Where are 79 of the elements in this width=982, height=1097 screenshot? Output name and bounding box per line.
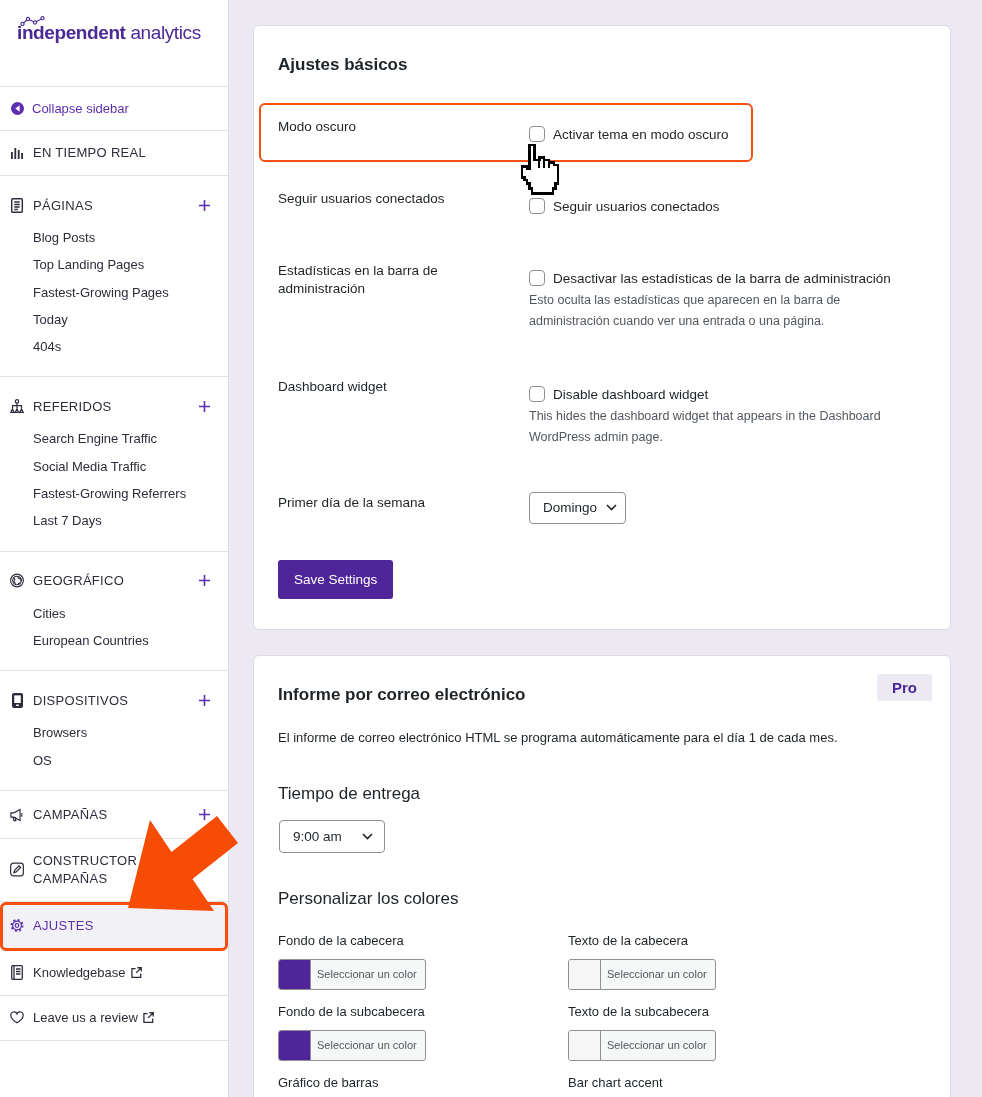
megaphone-icon — [10, 807, 24, 822]
section-heading: Tiempo de entrega — [278, 782, 421, 805]
color-picker-button[interactable]: Seleccionar un color — [278, 1029, 426, 1061]
plus-icon[interactable] — [199, 199, 210, 211]
sidebar-item[interactable]: Top Landing Pages — [0, 251, 228, 279]
color-picker-button[interactable]: Seleccionar un color — [568, 1029, 716, 1061]
collapse-sidebar-button[interactable]: Collapse sidebar — [0, 87, 228, 131]
pencil-icon — [10, 862, 24, 878]
section-heading: Personalizar los colores — [278, 887, 459, 910]
help-text: This hides the dashboard widget that appears in the Dashboard WordPress admin page. — [529, 408, 882, 446]
logo: independent analytics — [0, 0, 228, 87]
sidebar-item[interactable]: AJUSTES — [0, 901, 228, 951]
setting-label: Seguir usuarios conectados — [278, 190, 446, 208]
field-label: Gráfico de barras — [278, 1073, 379, 1092]
color-picker-button[interactable]: Seleccionar un color — [278, 958, 426, 990]
sidebar-item[interactable]: Search Engine Traffic — [0, 425, 228, 453]
sidebar-item[interactable]: Browsers — [0, 719, 228, 747]
checkbox[interactable] — [529, 126, 545, 142]
sidebar-item[interactable]: EN TIEMPO REAL — [0, 131, 228, 176]
field-label: Texto de la subcabecera — [568, 1002, 709, 1021]
checkbox-label[interactable]: Desactivar las estadísticas de la barra de administración — [553, 270, 891, 286]
plus-icon[interactable] — [199, 575, 210, 587]
setting-label: Modo oscuro — [278, 118, 358, 136]
globe-icon — [10, 573, 24, 589]
plus-icon[interactable] — [199, 809, 210, 821]
sidebar-item[interactable]: Blog Posts — [0, 224, 228, 252]
checkbox[interactable] — [529, 198, 545, 214]
sidebar-section[interactable]: REFERIDOS — [0, 395, 228, 418]
plus-icon[interactable] — [199, 401, 210, 412]
caret-left-circle-icon — [10, 102, 24, 115]
setting-label: Primer día de la semana — [278, 494, 427, 512]
dropdown[interactable]: 9:00 am — [279, 819, 385, 853]
sidebar-item[interactable]: Cities — [0, 599, 228, 627]
hand-cursor-icon — [519, 144, 562, 196]
phone-icon — [11, 692, 23, 708]
chevron-down-icon — [606, 504, 618, 511]
help-text: Esto oculta las estadísticas que aparecen en la barra de administración cuando ver una entrada o una página. — [529, 292, 842, 330]
field-label: Texto de la cabecera — [568, 931, 688, 950]
field-label: Fondo de la cabecera — [278, 931, 404, 950]
notebook-icon — [11, 965, 23, 981]
bar-chart-icon — [11, 147, 23, 159]
sidebar-section[interactable]: PÁGINAS — [0, 194, 228, 216]
color-picker-button[interactable]: Seleccionar un color — [568, 958, 716, 990]
sidebar-item[interactable]: European Countries — [0, 626, 228, 655]
external-link-icon — [142, 1012, 154, 1024]
external-link-icon — [130, 967, 142, 979]
checkbox-label[interactable]: Activar tema en modo oscuro — [553, 126, 729, 142]
sidebar-link[interactable]: Leave us a review — [0, 995, 228, 1041]
checkbox[interactable] — [529, 270, 545, 286]
sidebar-link[interactable]: Knowledgebase — [0, 950, 228, 996]
chevron-down-icon — [361, 832, 373, 840]
card-title: Ajustes básicos — [278, 54, 408, 76]
sidebar-section[interactable]: GEOGRÁFICO — [0, 569, 228, 592]
document-icon — [11, 197, 23, 213]
setting-label: Estadísticas en la barra de administración — [278, 262, 439, 298]
sidebar-item[interactable]: OS — [0, 746, 228, 774]
card-title: Informe por correo electrónico — [278, 683, 526, 706]
pro-badge: Pro — [877, 673, 932, 701]
hierarchy-icon — [10, 399, 24, 414]
sidebar-item[interactable]: Fastest-Growing Referrers — [0, 480, 228, 508]
field-label: Bar chart accent — [568, 1073, 663, 1092]
field-label: Fondo de la subcabecera — [278, 1002, 425, 1021]
sidebar-item[interactable]: 404s — [0, 333, 228, 361]
sidebar-item[interactable]: Social Media Traffic — [0, 452, 228, 481]
checkbox[interactable] — [529, 386, 545, 402]
plus-icon[interactable] — [199, 694, 210, 706]
gear-icon — [10, 918, 24, 934]
sidebar-section[interactable]: CAMPAÑAS — [0, 803, 228, 826]
heart-icon — [10, 1010, 24, 1026]
setting-label: Dashboard widget — [278, 378, 388, 396]
checkbox-label[interactable]: Disable dashboard widget — [553, 386, 709, 402]
sidebar-item[interactable]: Today — [0, 305, 228, 334]
dropdown[interactable]: Domingo — [529, 491, 627, 524]
sidebar-section[interactable]: DISPOSITIVOS — [0, 689, 228, 712]
sidebar-item[interactable]: Fastest-Growing Pages — [0, 278, 228, 306]
save-button[interactable]: Save Settings — [278, 559, 394, 599]
checkbox-label[interactable]: Seguir usuarios conectados — [553, 198, 720, 214]
sidebar-item[interactable]: Last 7 Days — [0, 507, 228, 535]
description-text: El informe de correo electrónico HTML se programa automáticamente para el día 1 de cada mes. — [278, 728, 838, 747]
